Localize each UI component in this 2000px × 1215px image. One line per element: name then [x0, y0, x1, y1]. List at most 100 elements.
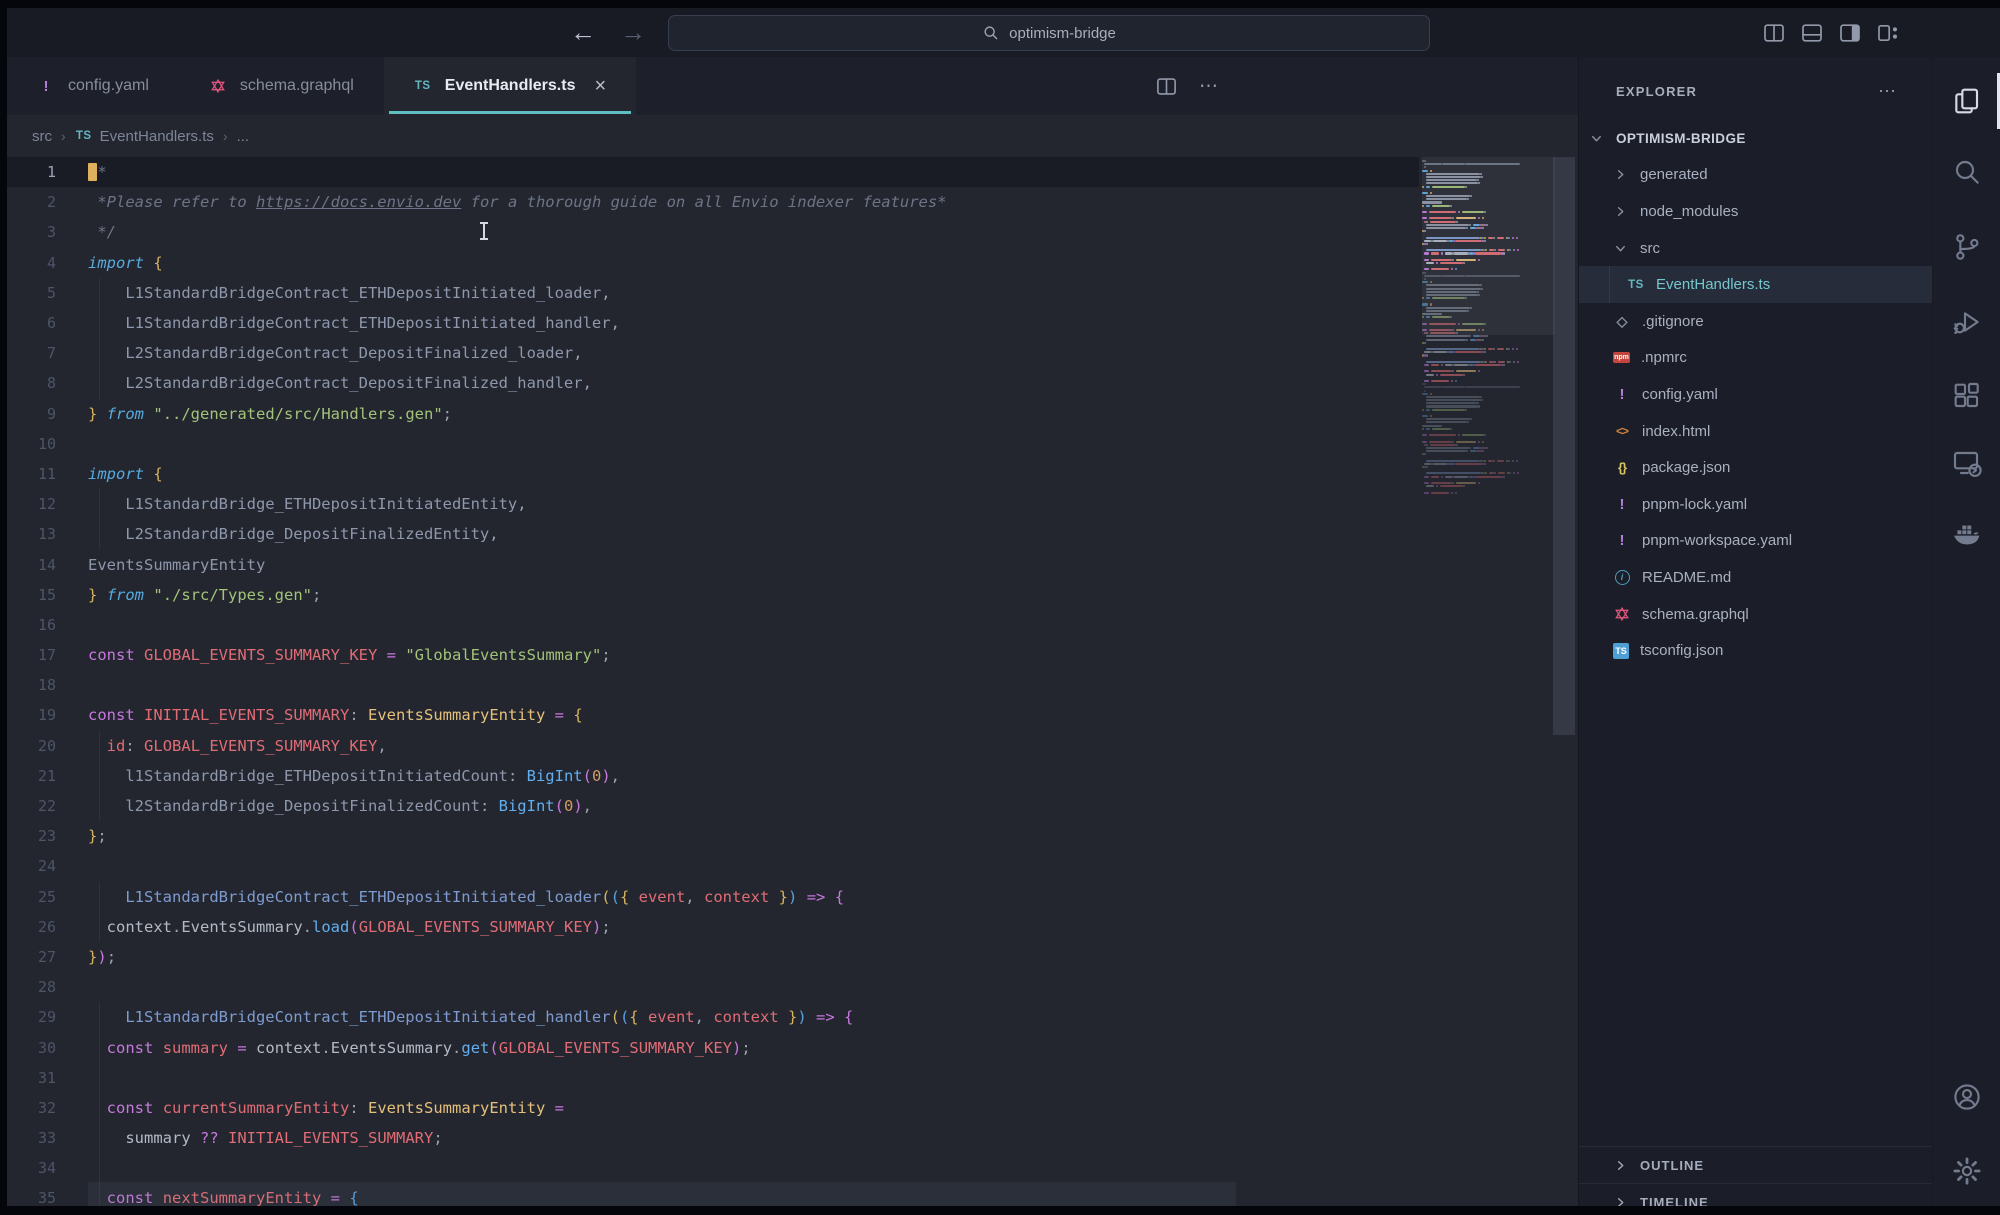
minimap-slider[interactable] [1422, 157, 1555, 335]
code-line-12: 12 L1StandardBridge_ETHDepositInitiatedE… [7, 489, 1578, 519]
explorer-item-tsconfig.json[interactable]: TStsconfig.json [1579, 632, 1932, 669]
yaml-file-icon: ! [1613, 496, 1631, 513]
explorer-more-icon[interactable]: ⋯ [1878, 81, 1898, 102]
remote-explorer-icon[interactable] [1950, 446, 1984, 480]
ts-file-icon: TS [414, 80, 432, 92]
explorer-item-.npmrc[interactable]: npm .npmrc [1579, 340, 1932, 377]
settings-icon[interactable] [1950, 1154, 1984, 1188]
item-label: pnpm-workspace.yaml [1642, 532, 1792, 549]
split-editor-icon[interactable] [1155, 57, 1178, 115]
search-icon[interactable] [1950, 155, 1984, 189]
code-line-32: 32 const currentSummaryEntity: EventsSum… [7, 1093, 1578, 1123]
ts-file-icon: TS [75, 130, 93, 142]
source-control-icon[interactable] [1950, 230, 1984, 264]
yaml-file-icon: ! [1613, 532, 1631, 549]
yaml-file-icon: ! [37, 78, 55, 95]
info-file-icon: i [1613, 570, 1631, 585]
code-line-16: 16 [7, 610, 1578, 640]
search-icon [982, 24, 1000, 42]
yaml-file-icon: ! [1613, 386, 1631, 403]
command-center-search[interactable]: optimism-bridge [668, 15, 1430, 51]
code-line-14: 14EventsSummaryEntity [7, 549, 1578, 579]
json-file-icon: {} [1613, 460, 1631, 475]
graphql-file-icon [1613, 606, 1631, 622]
chevron-down-icon [1613, 240, 1629, 256]
search-value: optimism-bridge [1009, 25, 1116, 42]
tab-EventHandlers.ts[interactable]: TS EventHandlers.ts × [384, 57, 636, 115]
html-file-icon: <> [1613, 424, 1631, 438]
item-label: index.html [1642, 423, 1710, 440]
item-label: generated [1640, 166, 1708, 183]
code-line-9: 9} from "../generated/src/Handlers.gen"; [7, 399, 1578, 429]
panel-outline[interactable]: OUTLINE [1579, 1146, 1933, 1183]
item-label: .gitignore [1642, 313, 1704, 330]
code-line-25: 25 L1StandardBridgeContract_ETHDepositIn… [7, 882, 1578, 912]
explorer-item-pnpm-workspace.yaml[interactable]: ! pnpm-workspace.yaml [1579, 523, 1932, 560]
item-label: README.md [1642, 569, 1731, 586]
npm-file-icon: npm [1613, 352, 1630, 363]
mouse-text-cursor [483, 222, 485, 240]
layout-controls [1762, 8, 1900, 57]
tab-schema.graphql[interactable]: schema.graphql [179, 57, 384, 115]
run-debug-icon[interactable] [1950, 305, 1984, 339]
code-line-29: 29 L1StandardBridgeContract_ETHDepositIn… [7, 1002, 1578, 1032]
tab-config.yaml[interactable]: !config.yaml [7, 57, 179, 115]
more-actions-icon[interactable]: ⋯ [1199, 57, 1220, 115]
item-label: .npmrc [1641, 349, 1687, 366]
explorer-item-generated[interactable]: generated [1579, 157, 1932, 194]
tab-label: EventHandlers.ts [445, 77, 576, 95]
code-line-3: 3 */ [7, 217, 1578, 247]
forward-arrow-icon[interactable]: → [620, 8, 646, 57]
tabs: !config.yaml schema.graphql TS EventHandle… [7, 57, 636, 115]
explorer-item-schema.graphql[interactable]: schema.graphql [1579, 596, 1932, 633]
code-line-7: 7 L2StandardBridgeContract_DepositFinali… [7, 338, 1578, 368]
horizontal-scrollbar[interactable] [88, 1182, 1236, 1207]
explorer-item-OPTIMISM-BRIDGE[interactable]: OPTIMISM-BRIDGE [1579, 120, 1932, 157]
explorer-item-config.yaml[interactable]: !config.yaml [1579, 376, 1932, 413]
docker-icon[interactable] [1950, 516, 1984, 550]
back-arrow-icon[interactable]: ← [570, 8, 596, 57]
ts-file-icon: TS [1627, 279, 1645, 291]
code-editor[interactable]: 1/*2 *Please refer to https://docs.envio… [7, 157, 1578, 1215]
code-line-4: 4import { [7, 248, 1578, 278]
code-line-20: 20 id: GLOBAL_EVENTS_SUMMARY_KEY, [7, 731, 1578, 761]
window-edge-top [0, 0, 2000, 8]
account-icon[interactable] [1950, 1080, 1984, 1114]
explorer-item-package.json[interactable]: {}package.json [1579, 449, 1932, 486]
breadcrumb-item-src[interactable]: src [32, 128, 52, 145]
explorer-item-README.md[interactable]: i README.md [1579, 559, 1932, 596]
vertical-scrollbar[interactable] [1553, 157, 1575, 735]
explorer-item-index.html[interactable]: <> index.html [1579, 413, 1932, 450]
code-line-18: 18 [7, 670, 1578, 700]
file-tree: OPTIMISM-BRIDGEgeneratednode_modulessrcT… [1579, 102, 1932, 669]
explorer-item-EventHandlers.ts[interactable]: TS EventHandlers.ts [1579, 266, 1932, 303]
explorer-sidebar: EXPLORER ⋯ OPTIMISM-BRIDGE generated node_… [1578, 57, 1932, 1215]
extensions-icon[interactable] [1950, 379, 1984, 413]
code-line-28: 28 [7, 972, 1578, 1002]
explorer-item-.gitignore[interactable]: ◇.gitignore [1579, 303, 1932, 340]
code-lines: 1/*2 *Please refer to https://docs.envio… [7, 157, 1578, 1214]
close-icon[interactable]: × [594, 75, 606, 98]
breadcrumb: src›TSEventHandlers.ts›... [7, 115, 1578, 157]
breadcrumb-item-EventHandlers.ts[interactable]: TSEventHandlers.ts [75, 128, 214, 145]
code-line-8: 8 L2StandardBridgeContract_DepositFinali… [7, 368, 1578, 398]
window-edge-bottom [0, 1206, 2000, 1215]
code-line-30: 30 const summary = context.EventsSummary… [7, 1032, 1578, 1062]
code-line-26: 26 context.EventsSummary.load(GLOBAL_EVE… [7, 912, 1578, 942]
chevron-right-icon [1613, 203, 1629, 219]
explorer-item-node_modules[interactable]: node_modules [1579, 193, 1932, 230]
activity-bar [1932, 57, 2000, 1215]
code-line-2: 2 *Please refer to https://docs.envio.de… [7, 187, 1578, 217]
code-line-11: 11import { [7, 459, 1578, 489]
explorer-item-src[interactable]: src [1579, 230, 1932, 267]
layout-grid-icon[interactable] [1876, 21, 1900, 45]
explorer-item-pnpm-lock.yaml[interactable]: !pnpm-lock.yaml [1579, 486, 1932, 523]
panel-right-icon[interactable] [1838, 21, 1862, 45]
explorer-header: EXPLORER ⋯ [1579, 57, 1932, 102]
split-columns-icon[interactable] [1762, 21, 1786, 45]
item-label: EventHandlers.ts [1656, 276, 1770, 293]
breadcrumb-item-...[interactable]: ... [237, 128, 250, 145]
panel-bottom-icon[interactable] [1800, 21, 1824, 45]
explorer-icon[interactable] [1950, 84, 1984, 118]
code-line-17: 17const GLOBAL_EVENTS_SUMMARY_KEY = "Glo… [7, 640, 1578, 670]
